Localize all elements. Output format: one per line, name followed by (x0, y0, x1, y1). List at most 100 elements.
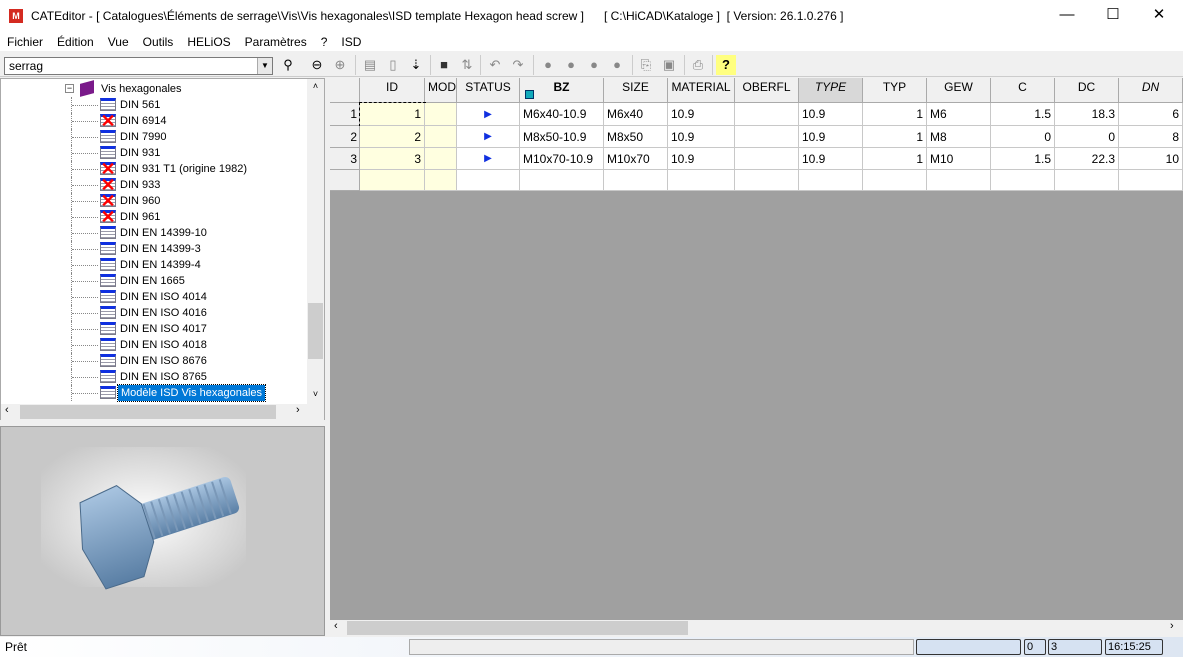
row-header[interactable]: 2 (330, 126, 360, 148)
document-icon[interactable]: ▯ (383, 55, 403, 75)
table-cell-typ[interactable]: 1 (863, 126, 927, 148)
row-header[interactable] (330, 170, 360, 191)
table-cell-id[interactable] (360, 170, 425, 191)
table-cell-size[interactable]: M8x50 (604, 126, 668, 148)
print-icon[interactable]: ⎙ (688, 55, 708, 75)
copy-icon[interactable]: ⎘ (636, 55, 656, 75)
column-header-material[interactable]: MATERIAL (668, 78, 735, 103)
scroll-right-icon[interactable]: › (1170, 620, 1174, 632)
table-cell-material[interactable]: 10.9 (668, 148, 735, 170)
table-cell-gew[interactable]: M8 (927, 126, 991, 148)
insert-row-icon[interactable]: ● (538, 55, 558, 75)
scroll-right-icon[interactable]: › (296, 404, 300, 416)
table-cell-c[interactable]: 1.5 (991, 148, 1055, 170)
tree-item[interactable]: DIN EN ISO 4018 (1, 337, 306, 353)
scroll-thumb[interactable] (20, 405, 276, 419)
scroll-left-icon[interactable]: ‹ (5, 404, 9, 416)
delete-row-icon[interactable]: ● (607, 55, 627, 75)
table-cell-dc[interactable]: 22.3 (1055, 148, 1119, 170)
tree-item[interactable]: DIN 931 (1, 145, 306, 161)
column-header-mod[interactable]: MOD (425, 78, 457, 103)
table-cell-bz[interactable]: M8x50-10.9 (520, 126, 604, 148)
undo-icon[interactable]: ↶ (485, 55, 505, 75)
table-cell-type[interactable]: 10.9 (799, 148, 863, 170)
table-cell-typ[interactable]: 1 (863, 148, 927, 170)
forward-icon[interactable]: ⊕ (330, 55, 350, 75)
maximize-button[interactable]: ☐ (1090, 0, 1136, 32)
table-cell-status[interactable] (457, 170, 520, 191)
scroll-thumb[interactable] (347, 621, 688, 635)
table-cell-oberfl[interactable] (735, 148, 799, 170)
table-cell-typ[interactable]: 1 (863, 103, 927, 126)
table-cell-type[interactable] (799, 170, 863, 191)
table-cell-gew[interactable]: M10 (927, 148, 991, 170)
tree-item[interactable]: ✕ DIN 933 (1, 176, 306, 194)
status-arrow-icon[interactable]: ▶ (457, 148, 520, 170)
tree-horizontal-scrollbar[interactable]: ‹ › (1, 404, 324, 420)
search-input[interactable]: serrag (4, 57, 273, 75)
table-cell-dc[interactable] (1055, 170, 1119, 191)
corner-header[interactable] (330, 78, 360, 103)
table-cell-size[interactable]: M10x70 (604, 148, 668, 170)
table-horizontal-scrollbar[interactable]: ‹ › (330, 620, 1183, 636)
tree-item[interactable]: DIN EN 14399-10 (1, 225, 306, 241)
table-cell-gew[interactable] (927, 170, 991, 191)
table-cell-gew[interactable]: M6 (927, 103, 991, 126)
redo-icon[interactable]: ↷ (508, 55, 528, 75)
tree-item[interactable]: DIN EN ISO 8765 (1, 369, 306, 385)
tree-item[interactable]: Modèle ISD Vis hexagonales (1, 384, 306, 402)
tree-item[interactable]: ✕ DIN 6914 (1, 112, 306, 130)
table-cell-type[interactable]: 10.9 (799, 126, 863, 148)
table-cell-material[interactable]: 10.9 (668, 126, 735, 148)
scroll-left-icon[interactable]: ‹ (334, 620, 338, 632)
column-header-status[interactable]: STATUS (457, 78, 520, 103)
column-header-type[interactable]: TYPE (799, 78, 863, 103)
menu-vue[interactable]: Vue (101, 35, 136, 49)
menu-fichier[interactable]: Fichier (0, 35, 50, 49)
tree-item[interactable]: DIN EN ISO 4016 (1, 305, 306, 321)
collapse-icon[interactable]: − (65, 84, 74, 93)
table-cell-type[interactable]: 10.9 (799, 103, 863, 126)
paste-icon[interactable]: ▣ (659, 55, 679, 75)
table-cell-dn[interactable] (1119, 170, 1183, 191)
menu-help[interactable]: ? (314, 35, 335, 49)
scroll-up-icon[interactable]: ˄ (307, 81, 324, 91)
menu-parametres[interactable]: Paramètres (238, 35, 314, 49)
tree-vertical-scrollbar[interactable]: ˄ ˅ (307, 79, 324, 404)
table-cell-id[interactable]: 1 (359, 102, 426, 127)
tree-item[interactable]: DIN EN ISO 8676 (1, 353, 306, 369)
tree-item[interactable]: DIN EN 14399-3 (1, 241, 306, 257)
menu-helios[interactable]: HELiOS (180, 35, 237, 49)
table-cell-typ[interactable] (863, 170, 927, 191)
table-cell-material[interactable]: 10.9 (668, 103, 735, 126)
table-cell-bz[interactable]: M6x40-10.9 (520, 103, 604, 126)
table-cell-mod[interactable] (425, 148, 457, 170)
scroll-thumb[interactable] (308, 303, 323, 359)
table-cell-dn[interactable]: 6 (1119, 103, 1183, 126)
help-icon[interactable]: ? (716, 55, 736, 75)
append-row-icon[interactable]: ● (561, 55, 581, 75)
menu-isd[interactable]: ISD (334, 35, 368, 49)
table-cell-size[interactable]: M6x40 (604, 103, 668, 126)
table-cell-size[interactable] (604, 170, 668, 191)
table-cell-mod[interactable] (425, 126, 457, 148)
table-cell-mod[interactable] (425, 170, 457, 191)
table-cell-dc[interactable]: 18.3 (1055, 103, 1119, 126)
row-header[interactable]: 1 (330, 103, 360, 126)
table-cell-c[interactable]: 1.5 (991, 103, 1055, 126)
menu-outils[interactable]: Outils (136, 35, 181, 49)
tree-item[interactable]: DIN EN 14399-4 (1, 257, 306, 273)
table-cell-c[interactable]: 0 (991, 126, 1055, 148)
binoculars-icon[interactable]: ⚲ (278, 55, 298, 75)
minimize-button[interactable]: — (1044, 0, 1090, 32)
back-icon[interactable]: ⊖ (307, 55, 327, 75)
tree-item[interactable]: DIN EN ISO 4017 (1, 321, 306, 337)
tree-item[interactable]: ✕ DIN 960 (1, 192, 306, 210)
column-header-dc[interactable]: DC (1055, 78, 1119, 103)
table-cell-bz[interactable] (520, 170, 604, 191)
status-arrow-icon[interactable]: ▶ (457, 126, 520, 148)
status-arrow-icon[interactable]: ▶ (457, 103, 520, 126)
save-icon[interactable]: ■ (434, 55, 454, 75)
tree-item[interactable]: DIN 7990 (1, 129, 306, 145)
column-header-gew[interactable]: GEW (927, 78, 991, 103)
